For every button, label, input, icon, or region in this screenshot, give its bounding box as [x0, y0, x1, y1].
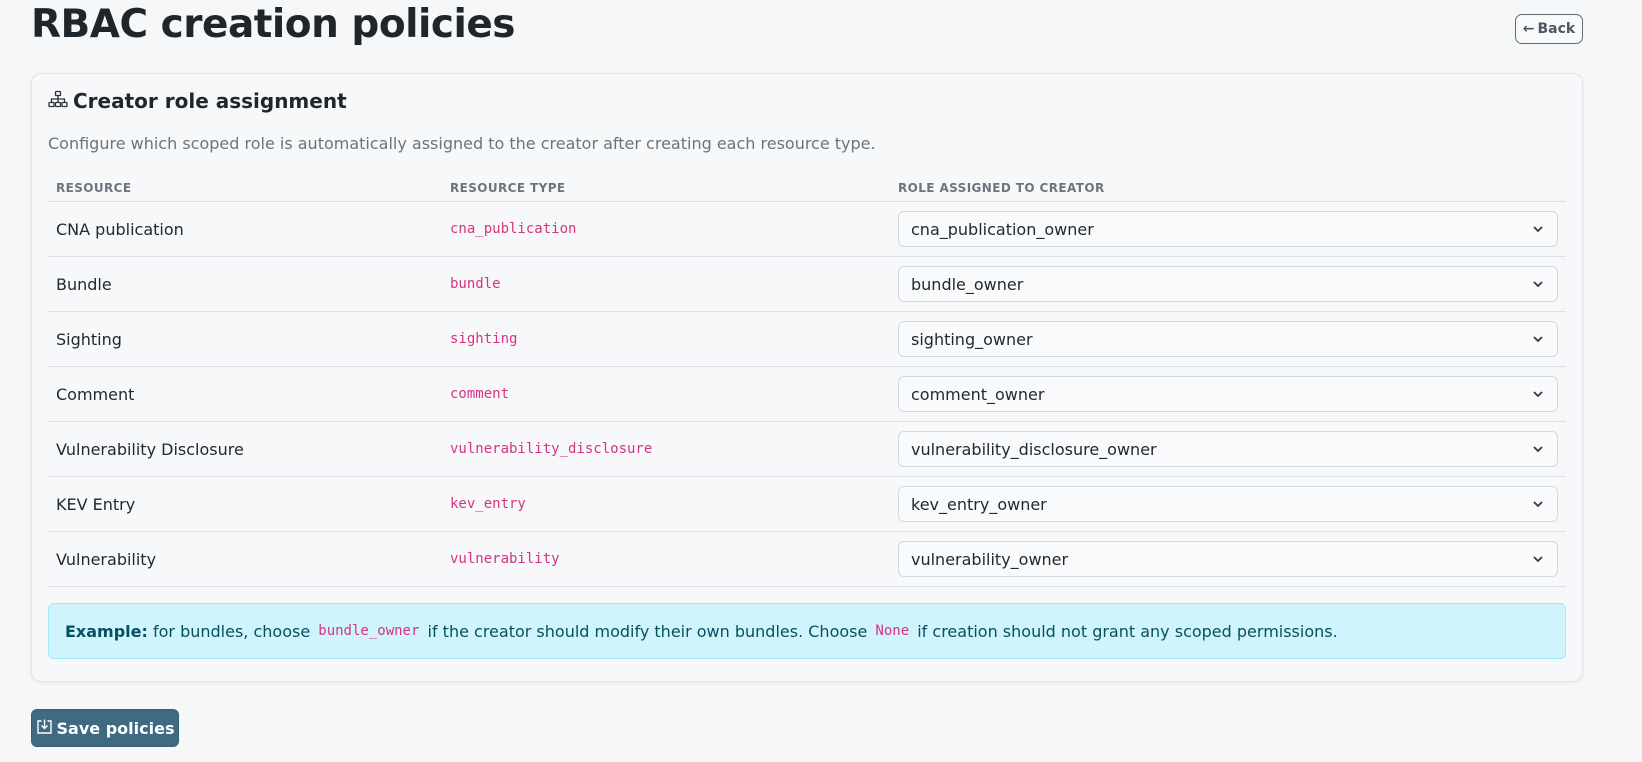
role-select[interactable]: kev_entry_owner	[898, 486, 1558, 522]
save-policies-label: Save policies	[56, 718, 175, 738]
role-select-value: kev_entry_owner	[911, 494, 1047, 514]
resource-name-cell: Comment	[48, 366, 442, 422]
chevron-down-icon	[1531, 552, 1545, 566]
role-select-value: vulnerability_owner	[911, 549, 1069, 569]
page-title: RBAC creation policies	[31, 2, 516, 47]
role-select[interactable]: bundle_owner	[898, 266, 1558, 302]
resource-type-cell: kev_entry	[442, 476, 890, 532]
arrow-left-icon: ←	[1522, 21, 1535, 37]
example-text-2: if the creator should modify their own b…	[427, 621, 868, 641]
example-text-3: if creation should not grant any scoped …	[917, 621, 1338, 641]
example-code-none: None	[875, 623, 910, 639]
role-cell: cna_publication_owner	[890, 201, 1566, 257]
table-row: CNA publication cna_publication cna_public…	[48, 201, 1566, 257]
table-row: Bundle bundle bundle_owner	[48, 256, 1566, 312]
resource-type-cell: comment	[442, 366, 890, 422]
role-select[interactable]: sighting_owner	[898, 321, 1558, 357]
table-row: Sighting sighting sighting_owner	[48, 311, 1566, 367]
resource-type-cell: cna_publication	[442, 201, 890, 257]
role-select-value: vulnerability_disclosure_owner	[911, 439, 1157, 459]
example-label: Example:	[65, 621, 148, 641]
role-cell: comment_owner	[890, 366, 1566, 422]
chevron-down-icon	[1531, 442, 1545, 456]
table-row: Vulnerability Disclosure vulnerability_di…	[48, 421, 1566, 477]
role-select-value: bundle_owner	[911, 274, 1024, 294]
table-row: KEV Entry kev_entry kev_entry_owner	[48, 476, 1566, 532]
role-select[interactable]: cna_publication_owner	[898, 211, 1558, 247]
resource-type-cell: vulnerability	[442, 531, 890, 587]
column-header-resource-type: RESOURCE TYPE	[442, 174, 890, 202]
resource-name-cell: Bundle	[48, 256, 442, 312]
resource-table: RESOURCE RESOURCE TYPE ROLE ASSIGNED TO …	[48, 174, 1566, 587]
save-policies-button[interactable]: Save policies	[31, 709, 179, 747]
resource-name-cell: CNA publication	[48, 201, 442, 257]
resource-name-cell: Sighting	[48, 311, 442, 367]
resource-type-cell: bundle	[442, 256, 890, 312]
role-select[interactable]: comment_owner	[898, 376, 1558, 412]
role-cell: bundle_owner	[890, 256, 1566, 312]
table-row: Vulnerability vulnerability vulnerability_…	[48, 531, 1566, 587]
card-header: Creator role assignment	[48, 89, 347, 113]
example-text-1: for bundles, choose	[153, 621, 311, 641]
table-header-row: RESOURCE RESOURCE TYPE ROLE ASSIGNED TO …	[48, 174, 1566, 202]
download-icon	[36, 718, 53, 739]
resource-name-cell: Vulnerability Disclosure	[48, 421, 442, 477]
resource-type-cell: sighting	[442, 311, 890, 367]
chevron-down-icon	[1531, 387, 1545, 401]
card-description: Configure which scoped role is automatic…	[48, 134, 876, 153]
role-select[interactable]: vulnerability_disclosure_owner	[898, 431, 1558, 467]
chevron-down-icon	[1531, 497, 1545, 511]
role-select[interactable]: vulnerability_owner	[898, 541, 1558, 577]
hierarchy-icon	[48, 90, 68, 112]
column-header-resource: RESOURCE	[48, 174, 442, 202]
role-cell: vulnerability_disclosure_owner	[890, 421, 1566, 477]
role-select-value: comment_owner	[911, 384, 1045, 404]
back-button[interactable]: ← Back	[1515, 14, 1583, 44]
resource-name-cell: KEV Entry	[48, 476, 442, 532]
role-select-value: sighting_owner	[911, 329, 1033, 349]
column-header-role: ROLE ASSIGNED TO CREATOR	[890, 174, 1566, 202]
resource-type-cell: vulnerability_disclosure	[442, 421, 890, 477]
resource-name-cell: Vulnerability	[48, 531, 442, 587]
back-button-label: Back	[1537, 21, 1576, 37]
example-code-bundle-owner: bundle_owner	[318, 623, 420, 639]
table-row: Comment comment comment_owner	[48, 366, 1566, 422]
card-title: Creator role assignment	[73, 89, 347, 113]
role-cell: sighting_owner	[890, 311, 1566, 367]
chevron-down-icon	[1531, 222, 1545, 236]
role-cell: vulnerability_owner	[890, 531, 1566, 587]
role-cell: kev_entry_owner	[890, 476, 1566, 532]
creator-role-card: Creator role assignment Configure which …	[31, 73, 1583, 682]
role-select-value: cna_publication_owner	[911, 219, 1094, 239]
example-alert: Example: for bundles, choose bundle_owne…	[48, 603, 1566, 659]
chevron-down-icon	[1531, 277, 1545, 291]
chevron-down-icon	[1531, 332, 1545, 346]
